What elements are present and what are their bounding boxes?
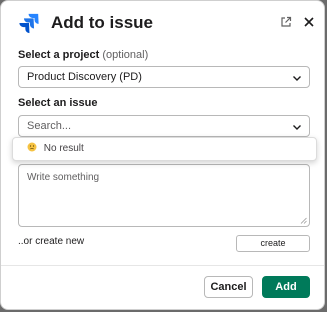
close-icon	[304, 17, 314, 27]
jira-logo-icon	[19, 13, 39, 34]
close-button[interactable]	[301, 14, 317, 30]
issue-search-placeholder: Search...	[27, 120, 72, 132]
slightly-frowning-face-icon	[27, 142, 37, 152]
external-link-icon	[281, 16, 292, 27]
chevron-down-icon	[293, 76, 301, 81]
dialog-title: Add to issue	[51, 13, 154, 32]
no-result-text: No result	[43, 143, 84, 154]
comment-textarea[interactable]: Write something	[18, 164, 310, 227]
comment-placeholder: Write something	[27, 172, 100, 183]
issue-dropdown-menu: No result	[12, 137, 317, 161]
footer-divider	[1, 265, 324, 266]
create-button[interactable]: create	[236, 235, 310, 252]
project-select-value: Product Discovery (PD)	[27, 71, 142, 83]
open-external-button[interactable]	[278, 14, 294, 30]
issue-label: Select an issue	[18, 97, 98, 109]
resize-handle-icon[interactable]	[300, 217, 307, 224]
project-label-text: Select a project	[18, 49, 100, 61]
chevron-down-icon	[293, 125, 301, 130]
optional-hint: (optional)	[102, 49, 149, 61]
add-button[interactable]: Add	[262, 276, 310, 298]
issue-search-select[interactable]: Search...	[18, 115, 310, 137]
add-to-issue-dialog: Add to issue Select a project (optional)…	[0, 0, 325, 310]
project-label: Select a project (optional)	[18, 49, 148, 61]
project-select[interactable]: Product Discovery (PD)	[18, 66, 310, 88]
dialog-header: Add to issue	[1, 1, 324, 43]
cancel-button[interactable]: Cancel	[204, 276, 253, 298]
create-new-text: ..or create new	[18, 236, 85, 247]
